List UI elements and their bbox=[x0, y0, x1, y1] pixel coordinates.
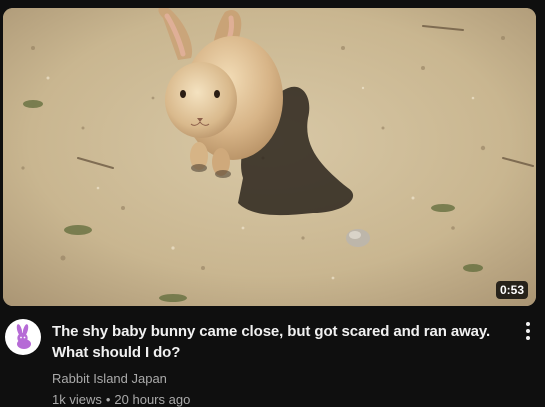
video-stats: 1k views • 20 hours ago bbox=[52, 391, 502, 407]
more-options-button[interactable] bbox=[518, 318, 538, 344]
video-card[interactable]: 0:53 The shy baby bunny came close, but … bbox=[0, 0, 545, 407]
thumbnail-image bbox=[3, 8, 536, 306]
upload-age: 20 hours ago bbox=[114, 392, 191, 407]
rabbit-icon bbox=[16, 324, 31, 349]
view-count: 1k views bbox=[52, 392, 102, 407]
video-thumbnail[interactable]: 0:53 bbox=[3, 8, 536, 306]
channel-avatar[interactable] bbox=[5, 319, 41, 355]
video-title[interactable]: The shy baby bunny came close, but got s… bbox=[52, 321, 502, 363]
video-metadata: The shy baby bunny came close, but got s… bbox=[52, 321, 502, 407]
stats-separator: • bbox=[105, 392, 111, 407]
video-duration-badge: 0:53 bbox=[495, 281, 528, 299]
channel-name[interactable]: Rabbit Island Japan bbox=[52, 370, 502, 388]
more-vert-icon bbox=[526, 322, 530, 340]
